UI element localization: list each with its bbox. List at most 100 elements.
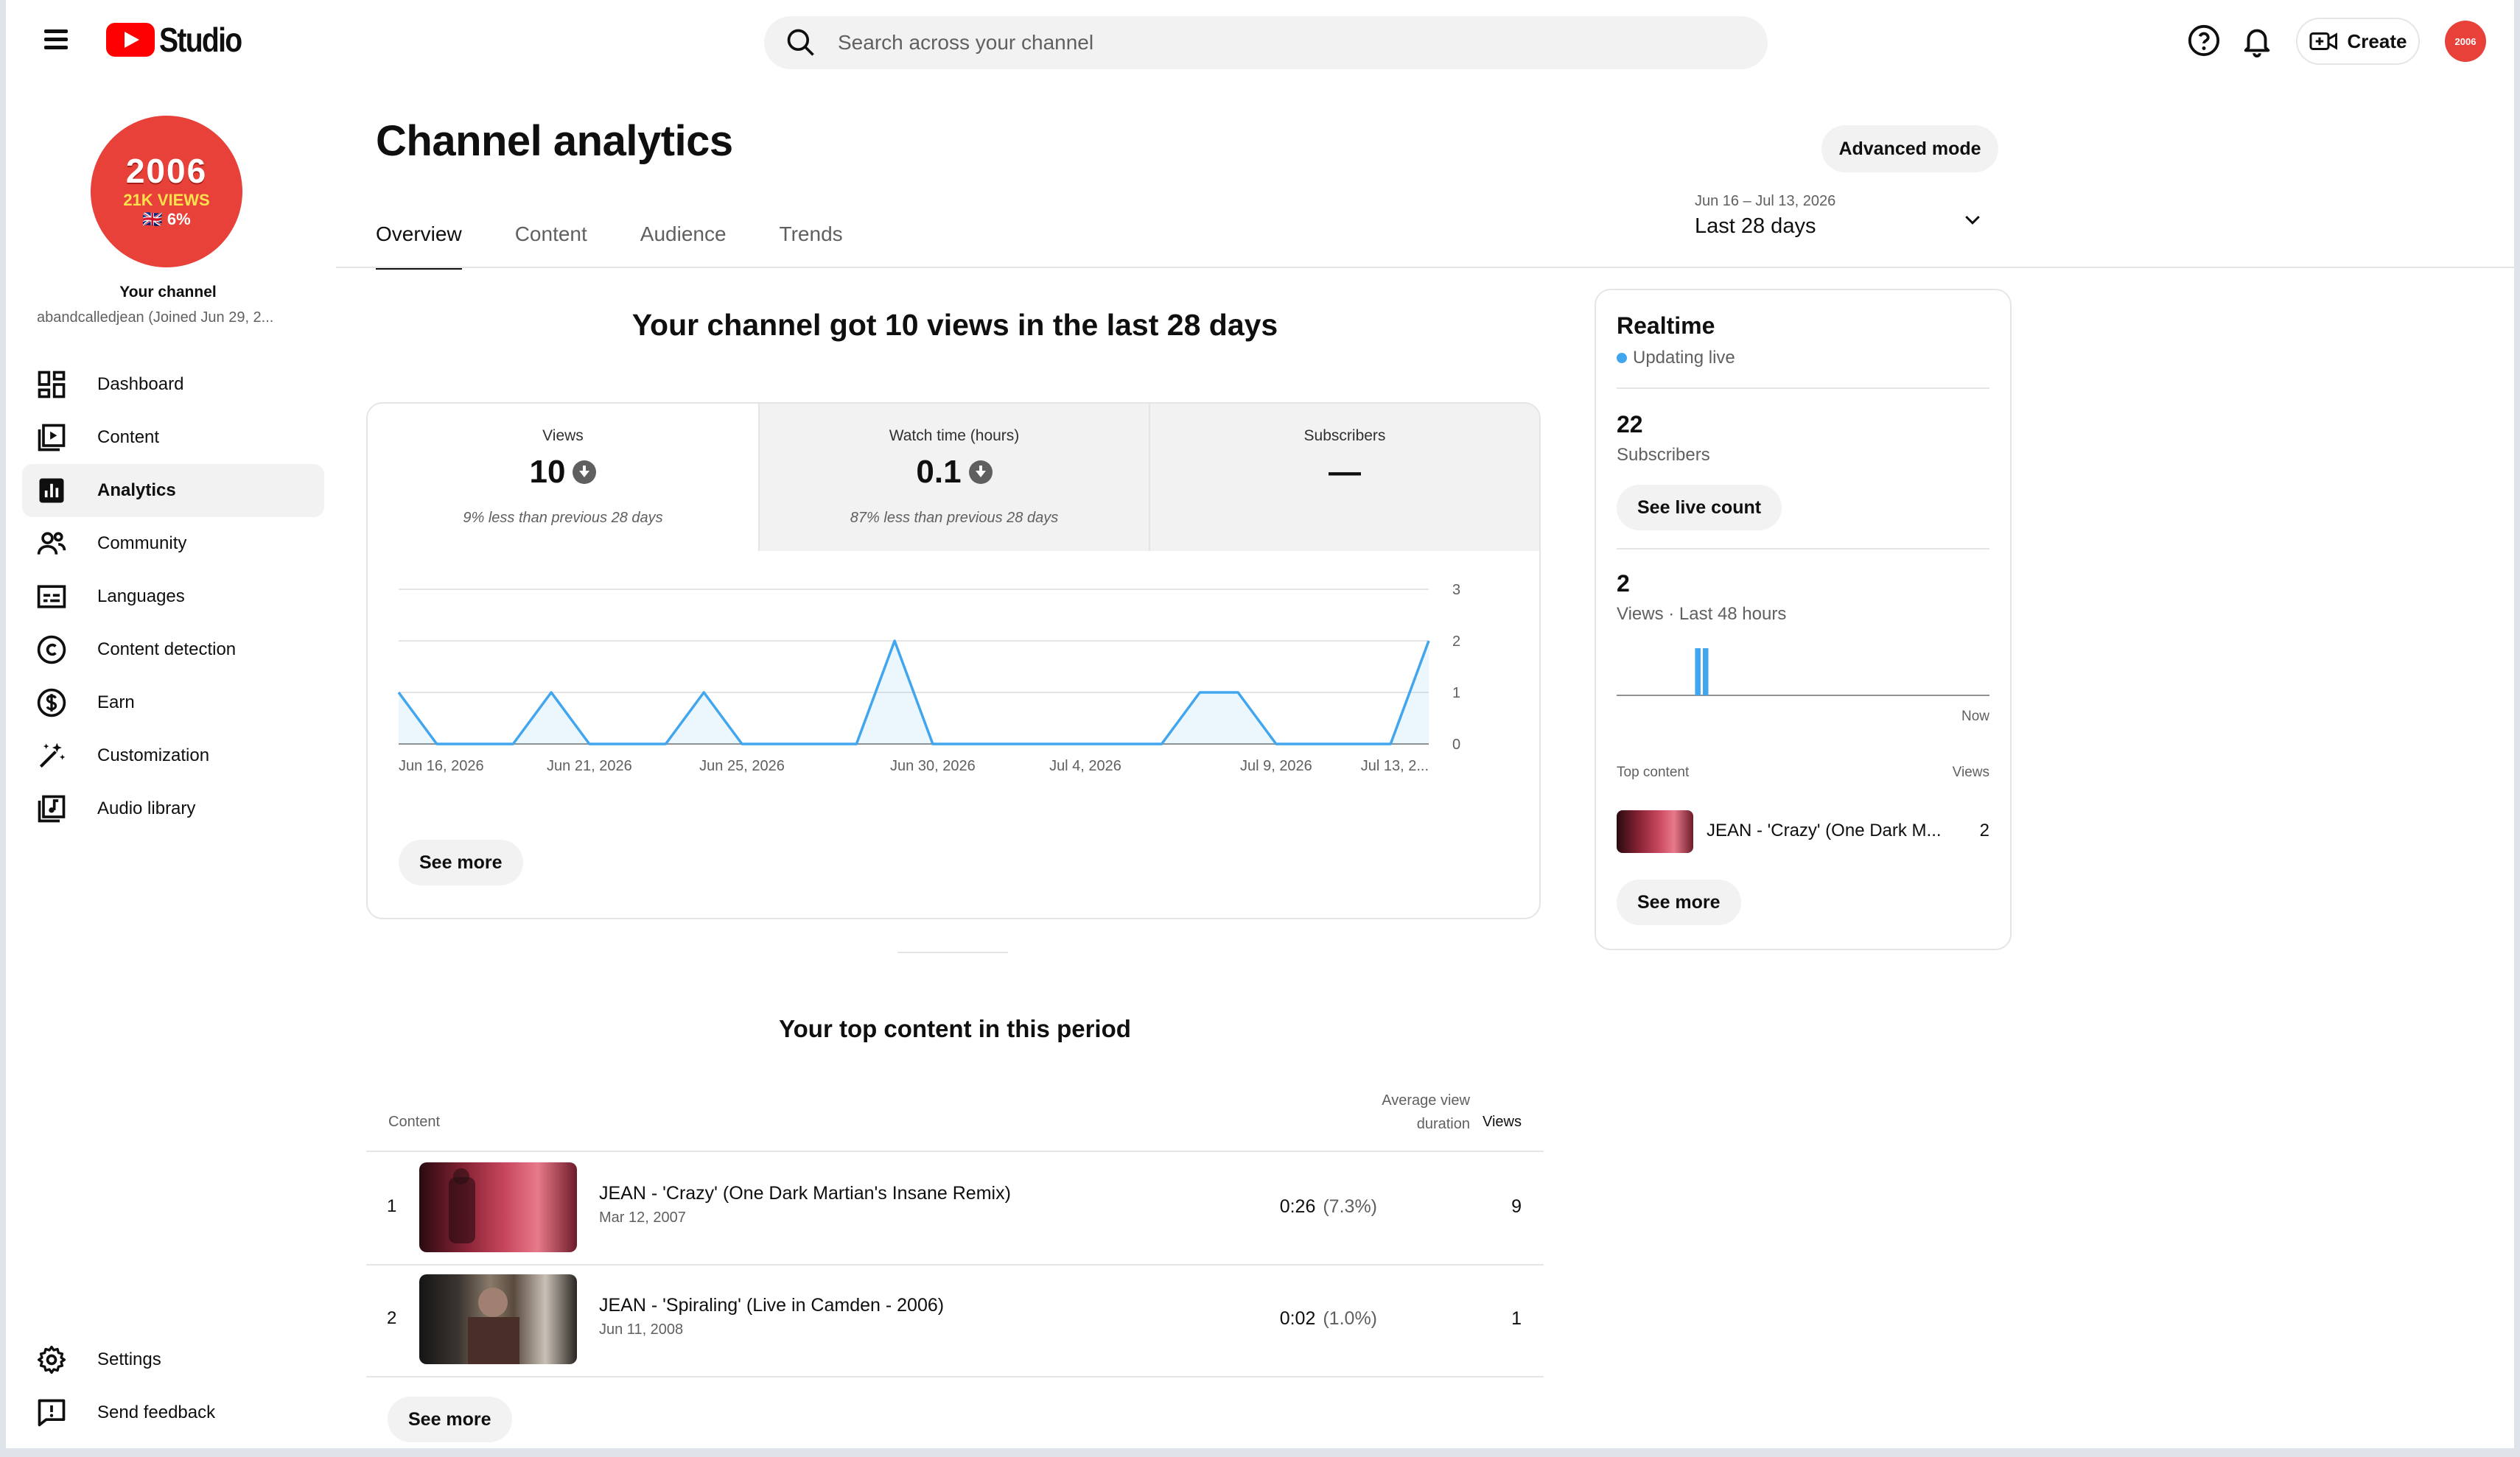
realtime-bar xyxy=(1702,648,1709,695)
y-tick-label: 0 xyxy=(1452,737,1460,753)
channel-avatar-line1: 2006 xyxy=(125,151,208,190)
your-channel-label: Your channel xyxy=(119,284,217,301)
search-bar[interactable] xyxy=(764,16,1768,69)
metric-watch-time[interactable]: Watch time (hours) 0.1 87% less than pre… xyxy=(758,404,1149,551)
x-tick-label: Jul 9, 2026 xyxy=(1240,758,1312,774)
y-tick-label: 3 xyxy=(1452,582,1460,598)
create-video-icon xyxy=(2309,32,2337,50)
row-rank: 2 xyxy=(387,1308,397,1328)
sidebar-item-label: Customization xyxy=(97,745,210,765)
help-icon[interactable] xyxy=(2187,24,2221,57)
x-tick-label: Jun 30, 2026 xyxy=(890,758,976,774)
menu-icon[interactable] xyxy=(38,25,74,55)
x-tick-label: Jul 4, 2026 xyxy=(1049,758,1121,774)
sidebar-item-label: Send feedback xyxy=(97,1402,216,1422)
dashboard-icon xyxy=(38,371,66,399)
tab-audience[interactable]: Audience xyxy=(640,218,727,267)
sidebar-item-languages[interactable]: Languages xyxy=(22,570,324,623)
video-title: JEAN - 'Crazy' (One Dark M... xyxy=(1707,821,1942,840)
column-header-views: Views xyxy=(1483,1114,1522,1130)
feedback-icon xyxy=(38,1399,66,1427)
see-more-top-content-button[interactable]: See more xyxy=(388,1397,512,1442)
realtime-card: Realtime Updating live 22 Subscribers Se… xyxy=(1595,289,2012,950)
earn-icon xyxy=(37,688,66,717)
search-input[interactable] xyxy=(836,30,1723,55)
x-tick-label: Jun 21, 2026 xyxy=(547,758,632,774)
date-range-dates: Jun 16 – Jul 13, 2026 xyxy=(1695,193,1836,209)
realtime-top-content-header: Top content Views xyxy=(1617,765,1989,781)
tab-content[interactable]: Content xyxy=(515,218,587,267)
sidebar-item-earn[interactable]: Earn xyxy=(22,676,324,729)
table-row[interactable]: 1 JEAN - 'Crazy' (One Dark Martian's Ins… xyxy=(366,1152,1544,1265)
advanced-mode-button[interactable]: Advanced mode xyxy=(1821,125,1998,172)
sidebar-item-community[interactable]: Community xyxy=(22,517,324,570)
sidebar-item-content-detection[interactable]: Content detection xyxy=(22,623,324,676)
sidebar: 2006 21K VIEWS 🇬🇧 6% Your channel abandc… xyxy=(6,82,330,1448)
notifications-bell-icon[interactable] xyxy=(2240,24,2274,57)
sidebar-item-content[interactable]: Content xyxy=(22,411,324,464)
realtime-bar xyxy=(1695,648,1701,695)
sidebar-item-send-feedback[interactable]: Send feedback xyxy=(22,1386,324,1439)
video-title[interactable]: JEAN - 'Crazy' (One Dark Martian's Insan… xyxy=(599,1183,1011,1204)
realtime-subscribers-label: Subscribers xyxy=(1617,445,1710,465)
avg-view-duration: 0:02 (1.0%) xyxy=(1280,1308,1377,1330)
languages-icon xyxy=(37,585,66,608)
overview-headline: Your channel got 10 views in the last 28… xyxy=(631,308,1278,342)
metric-tabs: Views 10 9% less than previous 28 days W… xyxy=(368,404,1539,551)
table-row[interactable]: 2 JEAN - 'Spiraling' (Live in Camden - 2… xyxy=(366,1264,1544,1377)
sidebar-item-settings[interactable]: Settings xyxy=(22,1333,324,1386)
sidebar-nav: Dashboard Content Analytics Community La… xyxy=(22,358,324,835)
sidebar-item-label: Languages xyxy=(97,586,185,606)
sidebar-item-audio-library[interactable]: Audio library xyxy=(22,782,324,835)
metric-value: 0.1 xyxy=(916,454,962,490)
metric-label: Subscribers xyxy=(1303,427,1386,444)
video-thumbnail[interactable] xyxy=(419,1162,577,1252)
tab-trends[interactable]: Trends xyxy=(780,218,843,267)
create-button[interactable]: Create xyxy=(2296,18,2420,65)
see-more-button[interactable]: See more xyxy=(399,840,523,885)
realtime-status-text: Updating live xyxy=(1633,348,1735,368)
realtime-title: Realtime xyxy=(1617,312,1715,339)
content-icon xyxy=(38,424,66,452)
sidebar-item-dashboard[interactable]: Dashboard xyxy=(22,358,324,411)
page-title: Channel analytics xyxy=(376,117,733,165)
video-title[interactable]: JEAN - 'Spiraling' (Live in Camden - 200… xyxy=(599,1295,944,1316)
sidebar-item-label: Settings xyxy=(97,1349,161,1369)
realtime-now-label: Now xyxy=(1961,709,1989,724)
create-label: Create xyxy=(2347,29,2407,52)
sidebar-item-label: Earn xyxy=(97,692,135,712)
tab-overview[interactable]: Overview xyxy=(376,218,462,270)
studio-logo[interactable]: Studio xyxy=(106,21,256,59)
x-tick-label: Jun 25, 2026 xyxy=(699,758,785,774)
avd-percent: (7.3%) xyxy=(1323,1196,1377,1217)
sidebar-item-customization[interactable]: Customization xyxy=(22,729,324,782)
sidebar-item-analytics[interactable]: Analytics xyxy=(22,464,324,517)
community-icon xyxy=(37,532,66,555)
video-thumbnail[interactable] xyxy=(419,1274,577,1364)
x-tick-label: Jul 13, 2... xyxy=(1361,758,1429,774)
see-live-count-button[interactable]: See live count xyxy=(1617,485,1782,530)
sidebar-item-label: Analytics xyxy=(97,480,176,500)
see-more-realtime-button[interactable]: See more xyxy=(1617,880,1741,925)
analytics-icon xyxy=(39,478,64,503)
metric-subscribers[interactable]: Subscribers — xyxy=(1149,404,1539,551)
account-avatar[interactable]: 2006 xyxy=(2445,21,2486,62)
x-tick-label: Jun 16, 2026 xyxy=(399,758,484,774)
metric-views[interactable]: Views 10 9% less than previous 28 days xyxy=(368,404,758,551)
analytics-tabs: Overview Content Audience Trends xyxy=(376,218,896,270)
realtime-top-content-item[interactable]: JEAN - 'Crazy' (One Dark M... 2 xyxy=(1617,810,1989,853)
column-header-avd-line2: duration xyxy=(1416,1116,1470,1132)
customization-icon xyxy=(39,742,66,768)
search-icon xyxy=(787,29,814,56)
column-header-avd-line1: Average view xyxy=(1382,1092,1470,1109)
overview-card: Views 10 9% less than previous 28 days W… xyxy=(366,402,1541,919)
copyright-icon xyxy=(37,635,66,664)
section-divider xyxy=(897,952,1008,953)
window-frame-right xyxy=(2514,0,2520,1457)
avd-value: 0:02 xyxy=(1279,1308,1316,1329)
channel-avatar[interactable]: 2006 21K VIEWS 🇬🇧 6% xyxy=(91,116,242,267)
date-range-selector[interactable]: Jun 16 – Jul 13, 2026 Last 28 days xyxy=(1695,193,1989,249)
sidebar-bottom-nav: Settings Send feedback xyxy=(22,1333,324,1439)
video-thumbnail[interactable] xyxy=(1617,810,1693,853)
avd-value: 0:26 xyxy=(1279,1196,1316,1217)
